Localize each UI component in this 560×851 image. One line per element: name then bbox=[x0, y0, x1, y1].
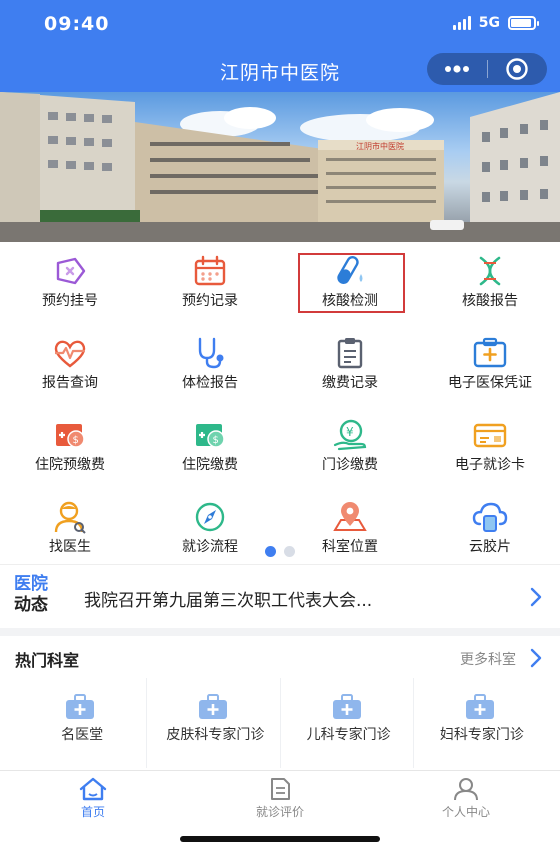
menu-item-label: 住院缴费 bbox=[182, 457, 238, 473]
banner-sign-text: 江阴市中医院 bbox=[356, 141, 404, 151]
cloud-film-icon bbox=[472, 502, 508, 532]
medical-kit-icon bbox=[66, 694, 95, 719]
section-title: 热门科室 bbox=[15, 651, 80, 670]
department-card[interactable]: 妇科专家门诊 bbox=[414, 678, 546, 768]
document-icon bbox=[271, 778, 290, 800]
tab-label: 首页 bbox=[80, 805, 105, 819]
hospital-building-image: 江阴市中医院 bbox=[0, 92, 560, 242]
heart-pulse-icon bbox=[54, 340, 86, 368]
news-tag: 医院 动态 bbox=[14, 574, 64, 616]
news-tag-line2: 动态 bbox=[14, 595, 48, 615]
menu-item-label: 缴费记录 bbox=[322, 375, 378, 391]
menu-item-inpatient-payment[interactable]: $ 住院缴费 bbox=[140, 406, 280, 486]
menu-item-label: 预约挂号 bbox=[42, 293, 98, 309]
svg-text:$: $ bbox=[213, 435, 219, 446]
yen-hand-icon: ¥ bbox=[333, 419, 367, 451]
news-tag-line1: 医院 bbox=[14, 574, 48, 594]
department-label: 妇科专家门诊 bbox=[439, 727, 524, 743]
department-list: 名医堂 皮肤科专家门诊 儿科专家门诊 妇科专家门诊 bbox=[14, 678, 546, 768]
doctor-icon bbox=[54, 501, 86, 534]
money-bill-icon: $ bbox=[56, 424, 85, 448]
menu-item-appointment[interactable]: 预约挂号 bbox=[0, 242, 140, 322]
more-departments-link[interactable]: 更多科室 bbox=[460, 649, 516, 669]
medical-card-icon bbox=[473, 337, 507, 368]
department-card[interactable]: 皮肤科专家门诊 bbox=[147, 678, 281, 768]
menu-item-appointment-records[interactable]: 预约记录 bbox=[140, 242, 280, 322]
chevron-right-icon[interactable] bbox=[530, 648, 542, 668]
news-headline[interactable]: 我院召开第九届第三次职工代表大会... bbox=[84, 586, 484, 611]
medical-kit-icon bbox=[465, 694, 494, 719]
page-dot[interactable] bbox=[284, 546, 295, 557]
miniprogram-capsule bbox=[427, 53, 547, 85]
target-icon[interactable] bbox=[487, 53, 547, 85]
ticket-icon bbox=[56, 257, 86, 285]
menu-item-label: 体检报告 bbox=[182, 375, 238, 391]
department-label: 名医堂 bbox=[61, 727, 104, 743]
app-header: 09:40 5G 江阴市中医院 bbox=[0, 0, 560, 92]
medical-kit-icon bbox=[332, 694, 361, 719]
signal-icon bbox=[452, 16, 471, 30]
page-dot-active[interactable] bbox=[265, 546, 276, 557]
menu-item-e-visit-card[interactable]: 电子就诊卡 bbox=[420, 406, 560, 486]
clipboard-icon bbox=[337, 338, 363, 369]
map-pin-icon bbox=[333, 502, 367, 531]
menu-item-label: 预约记录 bbox=[182, 293, 238, 309]
menu-item-payment-records[interactable]: 缴费记录 bbox=[280, 324, 420, 404]
svg-text:¥: ¥ bbox=[346, 425, 354, 439]
menu-item-checkup-report[interactable]: 体检报告 bbox=[140, 324, 280, 404]
menu-page-indicator bbox=[0, 546, 560, 557]
department-card[interactable]: 儿科专家门诊 bbox=[281, 678, 414, 768]
svg-text:$: $ bbox=[73, 435, 79, 446]
compass-icon bbox=[195, 502, 225, 532]
status-indicators: 5G bbox=[452, 15, 539, 31]
menu-item-report-query[interactable]: 报告查询 bbox=[0, 324, 140, 404]
tab-label: 就诊评价 bbox=[255, 805, 304, 819]
ellipsis-icon[interactable] bbox=[427, 53, 487, 85]
hospital-banner[interactable]: 江阴市中医院 bbox=[0, 92, 560, 242]
department-card[interactable]: 名医堂 bbox=[14, 678, 148, 768]
chevron-right-icon[interactable] bbox=[530, 587, 542, 607]
tab-home[interactable]: 首页 bbox=[23, 777, 163, 820]
menu-item-label: 电子就诊卡 bbox=[455, 457, 525, 473]
dna-icon bbox=[479, 256, 501, 286]
stethoscope-icon bbox=[198, 337, 224, 369]
menu-item-inpatient-prepay[interactable]: $ 住院预缴费 bbox=[0, 406, 140, 486]
medical-kit-icon bbox=[199, 694, 228, 719]
id-card-icon bbox=[473, 423, 507, 448]
menu-item-outpatient-payment[interactable]: ¥ 门诊缴费 bbox=[280, 406, 420, 486]
menu-item-nucleic-acid-report[interactable]: 核酸报告 bbox=[420, 242, 560, 322]
hospital-news-bar[interactable]: 医院 动态 我院召开第九届第三次职工代表大会... bbox=[0, 564, 560, 628]
home-indicator[interactable] bbox=[180, 836, 380, 842]
menu-item-label: 电子医保凭证 bbox=[448, 375, 532, 391]
menu-item-label: 住院预缴费 bbox=[35, 457, 105, 473]
service-menu: 预约挂号 预约记录 核酸检测 核酸报告 报告查询 体检报告 缴费记录 电子医保凭… bbox=[0, 242, 560, 564]
calendar-icon bbox=[194, 255, 226, 286]
money-bill-icon: $ bbox=[196, 424, 225, 448]
department-label: 皮肤科专家门诊 bbox=[166, 727, 265, 743]
menu-item-label: 报告查询 bbox=[42, 375, 98, 391]
menu-item-label: 门诊缴费 bbox=[322, 457, 378, 473]
tab-profile[interactable]: 个人中心 bbox=[396, 777, 536, 820]
network-type: 5G bbox=[478, 15, 500, 31]
menu-item-label: 核酸报告 bbox=[462, 293, 518, 309]
tab-label: 个人中心 bbox=[441, 805, 490, 819]
status-time: 09:40 bbox=[44, 13, 110, 35]
hot-departments-section: 热门科室 更多科室 名医堂 皮肤科专家门诊 儿科专家门诊 妇科专家门诊 bbox=[0, 636, 560, 776]
menu-item-e-medical-insurance[interactable]: 电子医保凭证 bbox=[420, 324, 560, 404]
department-label: 儿科专家门诊 bbox=[306, 727, 391, 743]
tab-visit-evaluation[interactable]: 就诊评价 bbox=[210, 777, 350, 820]
home-icon bbox=[79, 777, 107, 801]
user-icon bbox=[454, 778, 478, 801]
battery-icon bbox=[508, 16, 539, 30]
highlight-box-nucleic-acid-test bbox=[298, 253, 405, 313]
